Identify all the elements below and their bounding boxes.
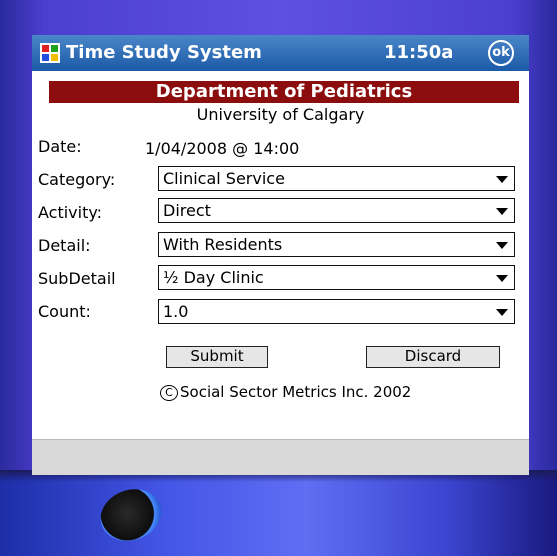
category-select[interactable]: Clinical Service [158,166,515,191]
category-value: Clinical Service [163,169,285,188]
category-label: Category: [38,170,116,189]
submit-button[interactable]: Submit [166,346,268,368]
detail-select[interactable]: With Residents [158,232,515,257]
screen: Time Study System 11:50a ok Department o… [32,35,529,475]
chevron-down-icon[interactable] [496,242,508,249]
copyright-icon: C [160,385,178,401]
detail-value: With Residents [163,235,283,254]
chevron-down-icon[interactable] [496,176,508,183]
app-title: Time Study System [66,42,262,63]
windows-flag-icon[interactable] [40,43,60,63]
clock: 11:50a [384,42,454,63]
subdetail-select[interactable]: ½ Day Clinic [158,265,515,290]
count-select[interactable]: 1.0 [158,299,515,324]
discard-button[interactable]: Discard [366,346,500,368]
copyright-text: Social Sector Metrics Inc. 2002 [180,383,412,401]
department-banner: Department of Pediatrics [49,81,519,103]
subdetail-value: ½ Day Clinic [163,268,264,287]
activity-value: Direct [163,201,211,220]
date-value: 1/04/2008 @ 14:00 [145,139,300,158]
device-bottom [0,470,557,556]
activity-select[interactable]: Direct [158,198,515,223]
university-name: University of Calgary [196,105,365,124]
date-label: Date: [38,137,82,156]
count-label: Count: [38,302,91,321]
count-value: 1.0 [163,302,189,321]
chevron-down-icon[interactable] [496,275,508,282]
copyright-notice: C Social Sector Metrics Inc. 2002 [160,383,411,401]
chevron-down-icon[interactable] [496,309,508,316]
menu-bar [32,439,529,475]
subdetail-label: SubDetail [38,269,116,288]
title-bar: Time Study System 11:50a ok [32,35,529,71]
chevron-down-icon[interactable] [496,208,508,215]
ok-button[interactable]: ok [488,40,514,66]
detail-label: Detail: [38,236,91,255]
activity-label: Activity: [38,203,103,222]
